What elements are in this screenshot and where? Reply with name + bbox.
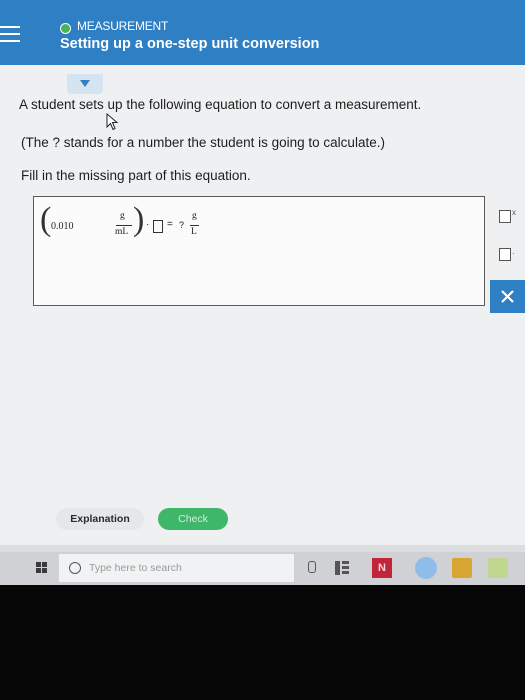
taskbar-app-browser-icon[interactable] — [415, 557, 437, 579]
microphone-icon[interactable] — [308, 561, 316, 573]
right-paren: ) — [133, 201, 145, 238]
windows-start-icon[interactable] — [36, 562, 48, 574]
status-dot-icon — [60, 23, 71, 34]
equals-sign: = — [167, 219, 173, 230]
unit-numerator: g — [120, 211, 125, 221]
unit-denominator: mL — [115, 227, 129, 237]
triangle-down-icon — [80, 80, 90, 87]
header-bar: MEASUREMENT Setting up a one-step unit c… — [0, 0, 525, 65]
explanation-button[interactable]: Explanation — [56, 508, 144, 530]
clear-button[interactable] — [490, 280, 525, 313]
photos-icon[interactable] — [488, 558, 508, 578]
question-panel: A student sets up the following equation… — [0, 65, 525, 545]
mouse-cursor-icon — [106, 113, 119, 131]
question-instruction: Fill in the missing part of this equatio… — [21, 168, 251, 183]
close-icon — [501, 290, 514, 303]
question-text-2: (The ? stands for a number the student i… — [21, 135, 385, 150]
check-button[interactable]: Check — [158, 508, 228, 530]
equation: ( 0.010 g mL ) · = ? g L — [40, 201, 220, 247]
left-paren: ( — [40, 201, 52, 238]
superscript-tool-button[interactable]: x — [493, 208, 525, 226]
result-unit-denominator: L — [191, 227, 197, 237]
box-icon — [499, 210, 511, 223]
answer-area[interactable]: ( 0.010 g mL ) · = ? g L — [33, 196, 485, 306]
store-icon[interactable] — [452, 558, 472, 578]
menu-icon[interactable] — [0, 26, 22, 48]
dot-label: · — [512, 249, 515, 258]
box-icon — [499, 248, 511, 261]
screen: MEASUREMENT Setting up a one-step unit c… — [0, 0, 525, 585]
superscript-label: x — [512, 208, 516, 217]
search-placeholder: Type here to search — [89, 562, 182, 574]
taskbar-app-n[interactable]: N — [372, 558, 392, 578]
result-unit-numerator: g — [192, 211, 197, 221]
missing-factor-input[interactable] — [153, 220, 163, 233]
cortana-circle-icon — [69, 562, 81, 574]
fraction-bar — [116, 225, 132, 226]
collapse-toggle[interactable] — [67, 74, 103, 94]
taskbar-search-input[interactable]: Type here to search — [59, 554, 294, 582]
task-view-icon[interactable] — [335, 561, 349, 575]
page-title: Setting up a one-step unit conversion — [60, 36, 320, 52]
unknown-symbol: ? — [179, 220, 185, 230]
topic-label: MEASUREMENT — [77, 19, 169, 33]
result-fraction-bar — [190, 225, 199, 226]
taskbar: Type here to search N — [0, 552, 525, 585]
multiply-dot: · — [146, 219, 150, 230]
question-text-1: A student sets up the following equation… — [19, 97, 422, 112]
equation-value: 0.010 — [51, 221, 74, 232]
footer-strip — [0, 545, 525, 552]
multiply-tool-button[interactable]: · — [493, 246, 525, 264]
